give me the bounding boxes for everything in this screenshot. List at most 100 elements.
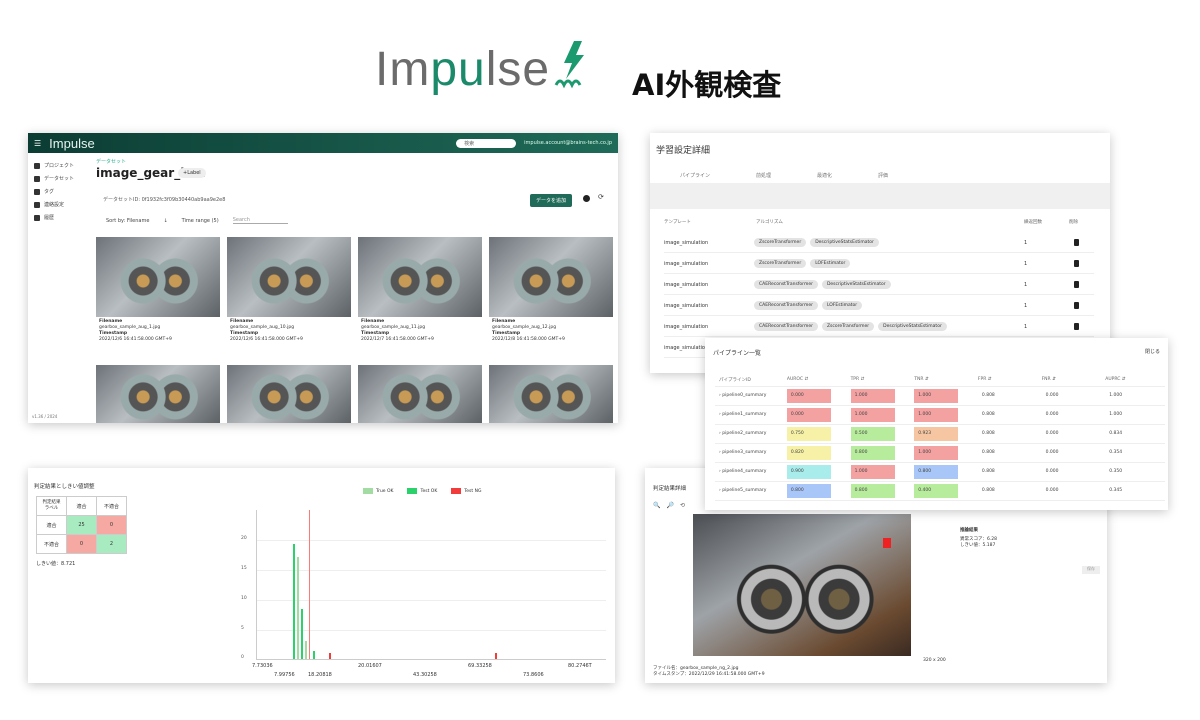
sort-button[interactable]: Sort by: Filename: [106, 218, 149, 224]
template-row[interactable]: image_simulation CAEReconstTransformer Zsc…: [664, 317, 1094, 337]
algorithm-chip: ZscoreTransformer: [754, 238, 807, 247]
metric-cell: 0.000: [1037, 443, 1102, 463]
table-row[interactable]: › pipeline5_summary 0.800 0.800 0.400 0.808 0…: [715, 481, 1165, 501]
histogram-bar: [301, 609, 303, 659]
menu-icon[interactable]: ☰: [34, 139, 41, 148]
metric-value: 0.808: [981, 392, 995, 398]
trash-icon[interactable]: [1074, 239, 1079, 246]
pipeline-id-cell: › pipeline2_summary: [715, 424, 783, 444]
pipeline-id: pipeline4_summary: [722, 469, 767, 474]
sidebar-item-project[interactable]: プロジェクト: [28, 159, 90, 172]
metric-cell: 0.400: [910, 481, 974, 501]
image-card[interactable]: [489, 365, 613, 423]
dataset-icon: [34, 175, 40, 182]
metric-value: 0.808: [981, 449, 995, 455]
tab-pipeline[interactable]: パイプライン: [680, 172, 710, 179]
metric-value: 0.000: [1045, 449, 1059, 455]
learning-settings-panel: 学習設定詳細 パイプライン 前処理 最適化 評価 テンプレート アルゴリズム 繰…: [650, 133, 1110, 373]
column-header[interactable]: FPR ⇵: [973, 374, 1038, 387]
legend-swatch: [407, 488, 418, 494]
save-button[interactable]: 保存: [1082, 566, 1100, 574]
column-header[interactable]: パイプラインID: [715, 374, 783, 387]
zoom-in-icon[interactable]: 🔍: [653, 502, 660, 509]
table-row[interactable]: › pipeline1_summary 0.000 1.000 1.000 0.808 0…: [715, 405, 1165, 425]
table-row[interactable]: › pipeline4_summary 0.900 1.000 0.800 0.808 0…: [715, 462, 1165, 482]
metric-cell: 0.750: [782, 424, 847, 444]
metric-cell: 0.800: [846, 443, 911, 463]
search-input[interactable]: 検索: [456, 138, 517, 148]
threshold-value: しきい値：8.721: [36, 561, 76, 567]
table-row[interactable]: › pipeline3_summary 0.820 0.800 1.000 0.808 0…: [715, 443, 1165, 463]
trash-icon[interactable]: [1074, 281, 1079, 288]
metric-value: 0.000: [1045, 430, 1059, 436]
metric-cell: 1.000: [1101, 405, 1165, 425]
image-card[interactable]: Filename gearbox_sample_aug_10.jpg Timesta…: [227, 237, 351, 357]
sort-direction-icon[interactable]: ↓: [163, 218, 167, 224]
metric-value: 1.000: [914, 445, 959, 460]
template-name: image_simulation: [664, 260, 709, 267]
template-row[interactable]: image_simulation CAEReconstTransformer Des…: [664, 275, 1094, 295]
trash-icon[interactable]: [1074, 323, 1079, 330]
inspection-image[interactable]: [693, 514, 911, 656]
table-row[interactable]: › pipeline2_summary 0.750 0.500 0.923 0.808 0…: [715, 424, 1165, 444]
pipeline-id-cell: › pipeline4_summary: [715, 462, 783, 482]
template-row[interactable]: image_simulation CAEReconstTransformer LOF…: [664, 296, 1094, 316]
sidebar-item-tag[interactable]: タグ: [28, 185, 90, 198]
column-header[interactable]: AUPRC ⇵: [1101, 374, 1165, 387]
image-card[interactable]: [96, 365, 220, 423]
timestamp-label: Timestamp: [99, 331, 128, 336]
trash-icon[interactable]: [1074, 260, 1079, 267]
image-card[interactable]: Filename gearbox_sample_aug_1.jpg Timestam…: [96, 237, 220, 357]
template-row[interactable]: image_simulation ZscoreTransformer LOFEsti…: [664, 254, 1094, 274]
y-tick: 10: [241, 596, 247, 601]
sidebar-item-settings[interactable]: 連絡設定: [28, 198, 90, 211]
reset-icon[interactable]: ⟲: [680, 502, 685, 509]
filename: gearbox_sample_aug_1.jpg: [99, 325, 161, 330]
zoom-out-icon[interactable]: 🔎: [666, 502, 673, 509]
panel-title: 学習設定詳細: [656, 146, 711, 156]
tab-preprocess[interactable]: 前処理: [756, 172, 771, 179]
image-card[interactable]: [227, 365, 351, 423]
image-card[interactable]: Filename gearbox_sample_aug_11.jpg Timesta…: [358, 237, 482, 357]
refresh-icon[interactable]: ⟳: [598, 193, 604, 201]
gearbox-image: [227, 365, 351, 423]
column-header[interactable]: TNR ⇵: [910, 374, 974, 387]
time-range-filter[interactable]: Time range (5): [182, 218, 219, 224]
image-card[interactable]: Filename gearbox_sample_aug_12.jpg Timesta…: [489, 237, 613, 357]
thumbnail-search-input[interactable]: Search: [232, 217, 288, 224]
tab-evaluate[interactable]: 評価: [878, 172, 888, 179]
metric-value: 0.834: [1109, 430, 1123, 436]
threshold-text: しきい値：5.187: [960, 543, 996, 548]
column-header[interactable]: AUROC ⇵: [782, 374, 847, 387]
table-header: テンプレート アルゴリズム 繰返回数 削除: [664, 219, 1094, 225]
threshold-line[interactable]: [309, 510, 310, 659]
theme-toggle-icon[interactable]: [583, 195, 590, 202]
algorithm-chip: CAEReconstTransformer: [754, 322, 818, 331]
tab-optimize[interactable]: 最適化: [817, 172, 832, 179]
sidebar-item-history[interactable]: 履歴: [28, 211, 90, 224]
x-tick: 80.2746T: [568, 663, 592, 669]
breadcrumb[interactable]: データセット: [96, 158, 126, 165]
user-account[interactable]: impulse.account@brains-tech.co.jp: [524, 140, 612, 146]
add-data-button[interactable]: データを追加: [530, 194, 573, 207]
metric-cell: 0.500: [846, 424, 911, 444]
metric-cell: 0.808: [973, 462, 1038, 482]
column-header[interactable]: FNR ⇵: [1037, 374, 1102, 387]
table-row[interactable]: › pipeline0_summary 0.000 1.000 1.000 0.808 0…: [715, 386, 1165, 406]
label-chip[interactable]: +Label: [178, 168, 206, 178]
close-button[interactable]: 閉じる: [1145, 348, 1160, 355]
metric-cell: 0.000: [1037, 424, 1102, 444]
template-row[interactable]: image_simulation ZscoreTransformer Descrip…: [664, 233, 1094, 253]
trash-icon[interactable]: [1074, 302, 1079, 309]
image-card[interactable]: [358, 365, 482, 423]
pipeline-id: pipeline5_summary: [722, 488, 767, 493]
defect-marker: [883, 538, 891, 548]
gearbox-image: [489, 237, 613, 317]
column-header[interactable]: TPR ⇵: [846, 374, 911, 387]
thumbnail-grid: Filename gearbox_sample_aug_1.jpg Timestam…: [96, 237, 613, 423]
sidebar-item-dataset[interactable]: データセット: [28, 172, 90, 185]
iteration-count: 1: [1024, 302, 1028, 309]
metric-cell: 0.923: [910, 424, 974, 444]
dataset-id: データセットID: 0f1932fc3f09b30440ab9aa9e2e8: [103, 197, 226, 203]
histogram-plot[interactable]: 20 15 10 5 0: [241, 510, 606, 660]
